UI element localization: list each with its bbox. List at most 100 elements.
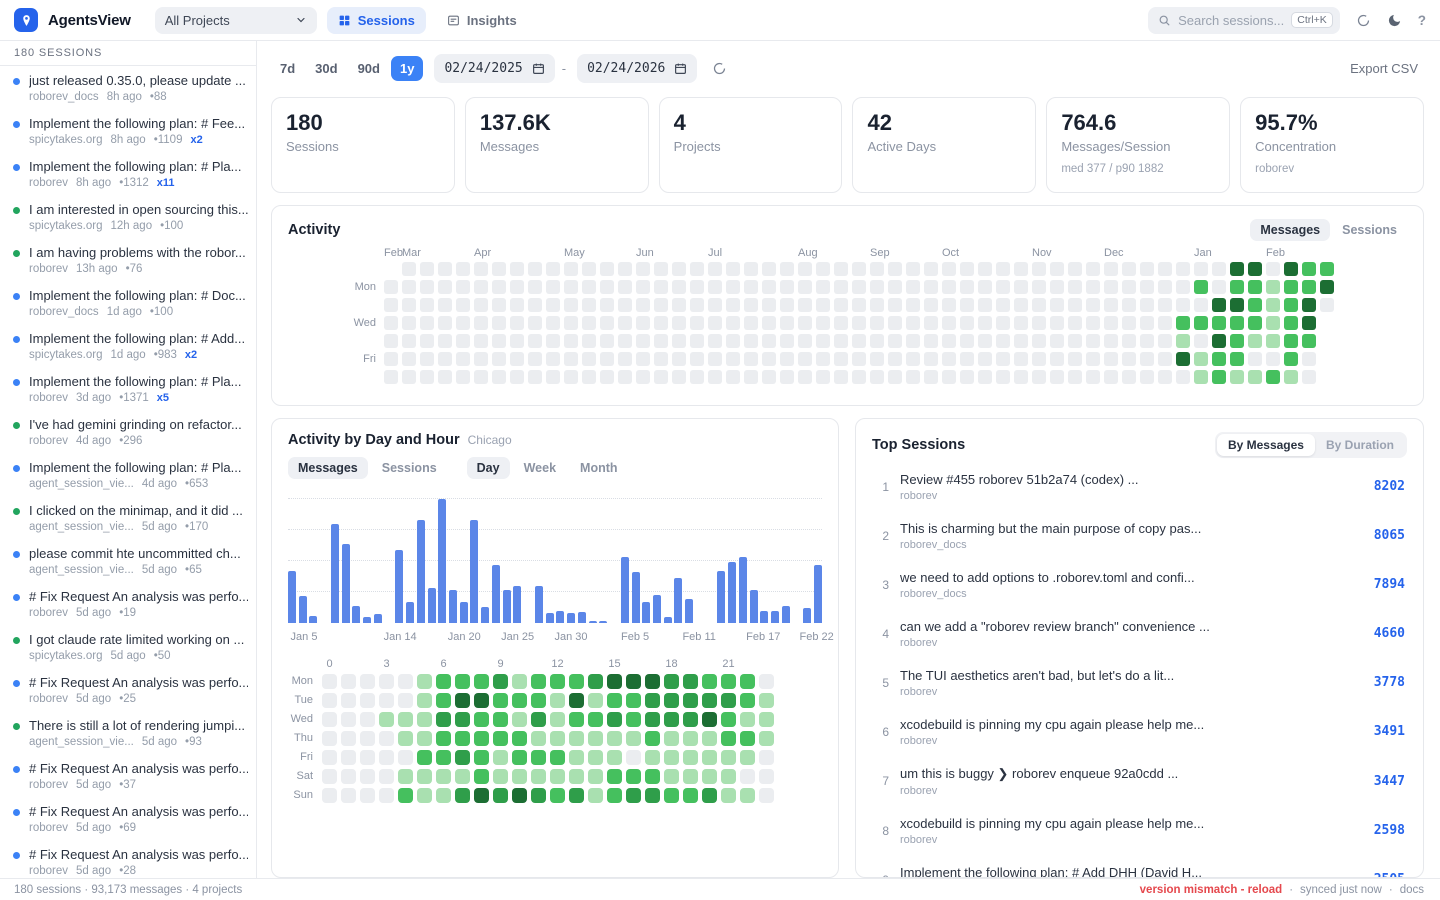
hour-heatmap-cell[interactable] bbox=[550, 693, 565, 708]
hour-heatmap-cell[interactable] bbox=[531, 731, 546, 746]
year-heatmap-cell[interactable] bbox=[1194, 334, 1208, 348]
year-heatmap-cell[interactable] bbox=[528, 316, 542, 330]
hour-heatmap-cell[interactable] bbox=[721, 712, 736, 727]
year-heatmap-cell[interactable] bbox=[510, 262, 524, 276]
hour-heatmap-cell[interactable] bbox=[702, 674, 717, 689]
hour-heatmap-cell[interactable] bbox=[512, 712, 527, 727]
year-heatmap-cell[interactable] bbox=[384, 298, 398, 312]
bar[interactable] bbox=[739, 557, 747, 623]
year-heatmap-cell[interactable] bbox=[762, 352, 776, 366]
year-heatmap-cell[interactable] bbox=[762, 316, 776, 330]
bar[interactable] bbox=[750, 590, 758, 623]
hour-heatmap-cell[interactable] bbox=[569, 750, 584, 765]
top-session-row[interactable]: 2This is charming but the main purpose o… bbox=[872, 511, 1407, 560]
year-heatmap-cell[interactable] bbox=[852, 262, 866, 276]
year-heatmap-cell[interactable] bbox=[1086, 280, 1100, 294]
year-heatmap-cell[interactable] bbox=[492, 334, 506, 348]
hour-heatmap-cell[interactable] bbox=[664, 731, 679, 746]
hour-heatmap-cell[interactable] bbox=[721, 750, 736, 765]
year-heatmap-cell[interactable] bbox=[600, 262, 614, 276]
year-heatmap-cell[interactable] bbox=[1068, 262, 1082, 276]
hour-heatmap-cell[interactable] bbox=[531, 769, 546, 784]
hour-heatmap-cell[interactable] bbox=[379, 750, 394, 765]
session-list-item[interactable]: # Fix Request An analysis was perfo...ro… bbox=[0, 840, 256, 878]
year-heatmap-cell[interactable] bbox=[924, 352, 938, 366]
hour-heatmap-cell[interactable] bbox=[531, 750, 546, 765]
hour-heatmap-cell[interactable] bbox=[683, 693, 698, 708]
hour-heatmap-cell[interactable] bbox=[398, 712, 413, 727]
year-heatmap-cell[interactable] bbox=[1176, 262, 1190, 276]
year-heatmap-cell[interactable] bbox=[924, 370, 938, 384]
year-heatmap-cell[interactable] bbox=[1212, 262, 1226, 276]
year-heatmap-cell[interactable] bbox=[942, 262, 956, 276]
year-heatmap-cell[interactable] bbox=[402, 298, 416, 312]
session-list-item[interactable]: # Fix Request An analysis was perfo...ro… bbox=[0, 582, 256, 625]
hour-heatmap-cell[interactable] bbox=[360, 712, 375, 727]
year-heatmap-cell[interactable] bbox=[924, 280, 938, 294]
year-heatmap-cell[interactable] bbox=[726, 352, 740, 366]
dayhour-toggle-messages[interactable]: Messages bbox=[288, 457, 368, 479]
year-heatmap-cell[interactable] bbox=[744, 280, 758, 294]
year-heatmap-cell[interactable] bbox=[1212, 280, 1226, 294]
year-heatmap-cell[interactable] bbox=[690, 280, 704, 294]
date-from-input[interactable]: 02/24/2025 bbox=[434, 54, 554, 83]
hour-heatmap-cell[interactable] bbox=[341, 674, 356, 689]
year-heatmap-cell[interactable] bbox=[384, 316, 398, 330]
year-heatmap-cell[interactable] bbox=[672, 316, 686, 330]
year-heatmap-cell[interactable] bbox=[1194, 352, 1208, 366]
year-heatmap-cell[interactable] bbox=[690, 334, 704, 348]
year-heatmap-cell[interactable] bbox=[402, 262, 416, 276]
year-heatmap-cell[interactable] bbox=[1014, 334, 1028, 348]
date-to-input[interactable]: 02/24/2026 bbox=[577, 54, 697, 83]
year-heatmap-cell[interactable] bbox=[474, 298, 488, 312]
year-heatmap-cell[interactable] bbox=[528, 280, 542, 294]
hour-heatmap-cell[interactable] bbox=[759, 731, 774, 746]
year-heatmap-cell[interactable] bbox=[1158, 370, 1172, 384]
bar[interactable] bbox=[578, 612, 586, 623]
year-heatmap-cell[interactable] bbox=[942, 352, 956, 366]
hour-heatmap-cell[interactable] bbox=[512, 731, 527, 746]
year-heatmap-cell[interactable] bbox=[492, 352, 506, 366]
hour-heatmap-cell[interactable] bbox=[379, 674, 394, 689]
year-heatmap-cell[interactable] bbox=[1176, 298, 1190, 312]
hour-heatmap-cell[interactable] bbox=[474, 693, 489, 708]
year-heatmap-cell[interactable] bbox=[1302, 262, 1316, 276]
year-heatmap-cell[interactable] bbox=[1320, 262, 1334, 276]
year-heatmap-cell[interactable] bbox=[1122, 334, 1136, 348]
hour-heatmap-cell[interactable] bbox=[398, 769, 413, 784]
year-heatmap-cell[interactable] bbox=[816, 334, 830, 348]
year-heatmap-cell[interactable] bbox=[1194, 280, 1208, 294]
year-heatmap-cell[interactable] bbox=[960, 280, 974, 294]
dark-mode-toggle-moon-icon[interactable] bbox=[1387, 13, 1402, 28]
refresh-icon[interactable] bbox=[712, 61, 727, 76]
year-heatmap-cell[interactable] bbox=[1104, 334, 1118, 348]
year-heatmap-cell[interactable] bbox=[420, 298, 434, 312]
year-heatmap-cell[interactable] bbox=[708, 316, 722, 330]
year-heatmap-cell[interactable] bbox=[474, 370, 488, 384]
hour-heatmap-cell[interactable] bbox=[531, 693, 546, 708]
year-heatmap-cell[interactable] bbox=[1212, 334, 1226, 348]
year-heatmap-cell[interactable] bbox=[456, 334, 470, 348]
hour-heatmap-cell[interactable] bbox=[702, 731, 717, 746]
year-heatmap-cell[interactable] bbox=[1050, 334, 1064, 348]
year-heatmap-cell[interactable] bbox=[1032, 298, 1046, 312]
year-heatmap-cell[interactable] bbox=[384, 280, 398, 294]
year-heatmap-cell[interactable] bbox=[1266, 334, 1280, 348]
year-heatmap-cell[interactable] bbox=[510, 334, 524, 348]
session-list-item[interactable]: please commit hte uncommitted ch...agent… bbox=[0, 539, 256, 582]
year-heatmap-cell[interactable] bbox=[1158, 298, 1172, 312]
year-heatmap-cell[interactable] bbox=[1014, 262, 1028, 276]
year-heatmap-cell[interactable] bbox=[1122, 370, 1136, 384]
year-heatmap-cell[interactable] bbox=[438, 370, 452, 384]
range-button-7d[interactable]: 7d bbox=[271, 56, 304, 81]
hour-heatmap-cell[interactable] bbox=[550, 712, 565, 727]
year-heatmap-cell[interactable] bbox=[1122, 352, 1136, 366]
year-heatmap-cell[interactable] bbox=[1194, 298, 1208, 312]
hour-heatmap-cell[interactable] bbox=[436, 674, 451, 689]
year-heatmap-cell[interactable] bbox=[1212, 370, 1226, 384]
year-heatmap-cell[interactable] bbox=[1068, 334, 1082, 348]
year-heatmap-cell[interactable] bbox=[834, 298, 848, 312]
year-heatmap-cell[interactable] bbox=[402, 352, 416, 366]
year-heatmap-cell[interactable] bbox=[600, 352, 614, 366]
hour-heatmap-cell[interactable] bbox=[512, 674, 527, 689]
